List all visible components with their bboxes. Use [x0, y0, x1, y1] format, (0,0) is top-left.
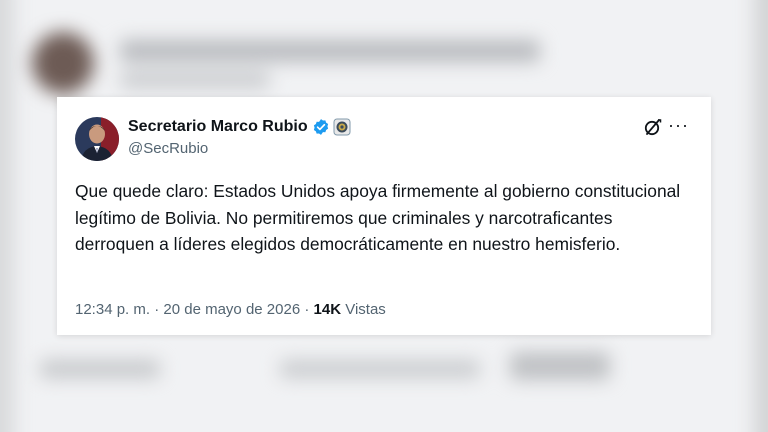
tweet-card[interactable]: Secretario Marco Rubio @SecRubio ··· Que… [57, 97, 711, 335]
tweet-meta: 12:34 p. m. · 20 de mayo de 2026 · 14K V… [75, 301, 386, 318]
handle[interactable]: @SecRubio [128, 140, 208, 157]
meta-separator: · [154, 301, 160, 318]
display-name[interactable]: Secretario Marco Rubio [128, 118, 308, 136]
avatar[interactable] [75, 117, 119, 161]
meta-separator-2: · [304, 301, 310, 318]
views-count: 14K [313, 301, 342, 318]
verified-badge-icon [312, 118, 330, 136]
government-seal-icon [333, 118, 351, 136]
grok-icon[interactable] [643, 117, 663, 137]
more-icon[interactable]: ··· [668, 115, 689, 136]
views-label: Vistas [345, 301, 386, 318]
tweet-date[interactable]: 20 de mayo de 2026 [163, 301, 300, 318]
tweet-text: Que quede claro: Estados Unidos apoya fi… [75, 181, 681, 254]
tweet-time[interactable]: 12:34 p. m. [75, 301, 150, 318]
